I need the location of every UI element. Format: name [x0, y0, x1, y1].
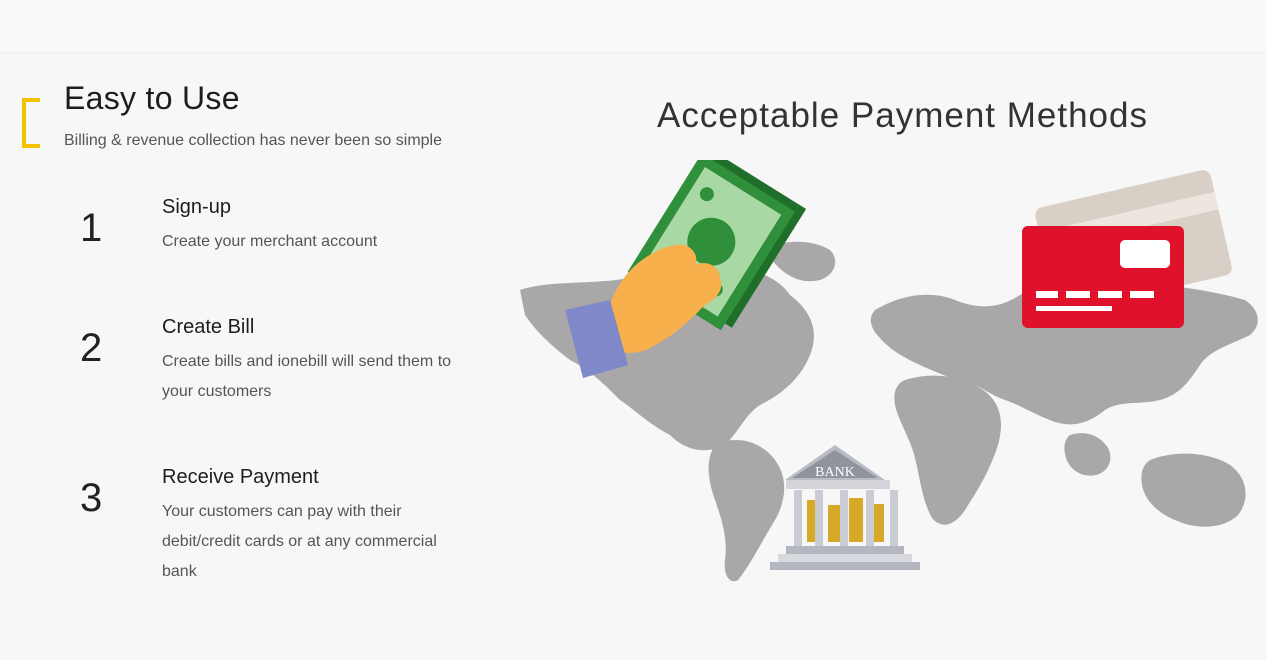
- step-description: Your customers can pay with their debit/…: [162, 503, 437, 580]
- section-title: Easy to Use: [64, 80, 240, 116]
- payment-methods-illustration: BANK: [520, 160, 1258, 582]
- step-title: Create Bill: [162, 316, 255, 338]
- step-description: Create your merchant account: [162, 233, 378, 250]
- bank-label: BANK: [815, 465, 855, 480]
- payment-methods-title: Acceptable Payment Methods: [657, 96, 1148, 135]
- step-description: Create bills and ionebill will send them…: [162, 353, 452, 400]
- bank-icon: BANK: [770, 445, 920, 570]
- step-number: 2: [80, 326, 103, 370]
- step-number: 1: [80, 206, 103, 250]
- step-title: Receive Payment: [162, 466, 319, 488]
- step-title: Sign-up: [162, 196, 231, 218]
- step-number: 3: [80, 476, 103, 520]
- section-subtitle: Billing & revenue collection has never b…: [64, 132, 442, 149]
- section-accent-bracket: [22, 98, 40, 148]
- top-strip: [0, 0, 1266, 53]
